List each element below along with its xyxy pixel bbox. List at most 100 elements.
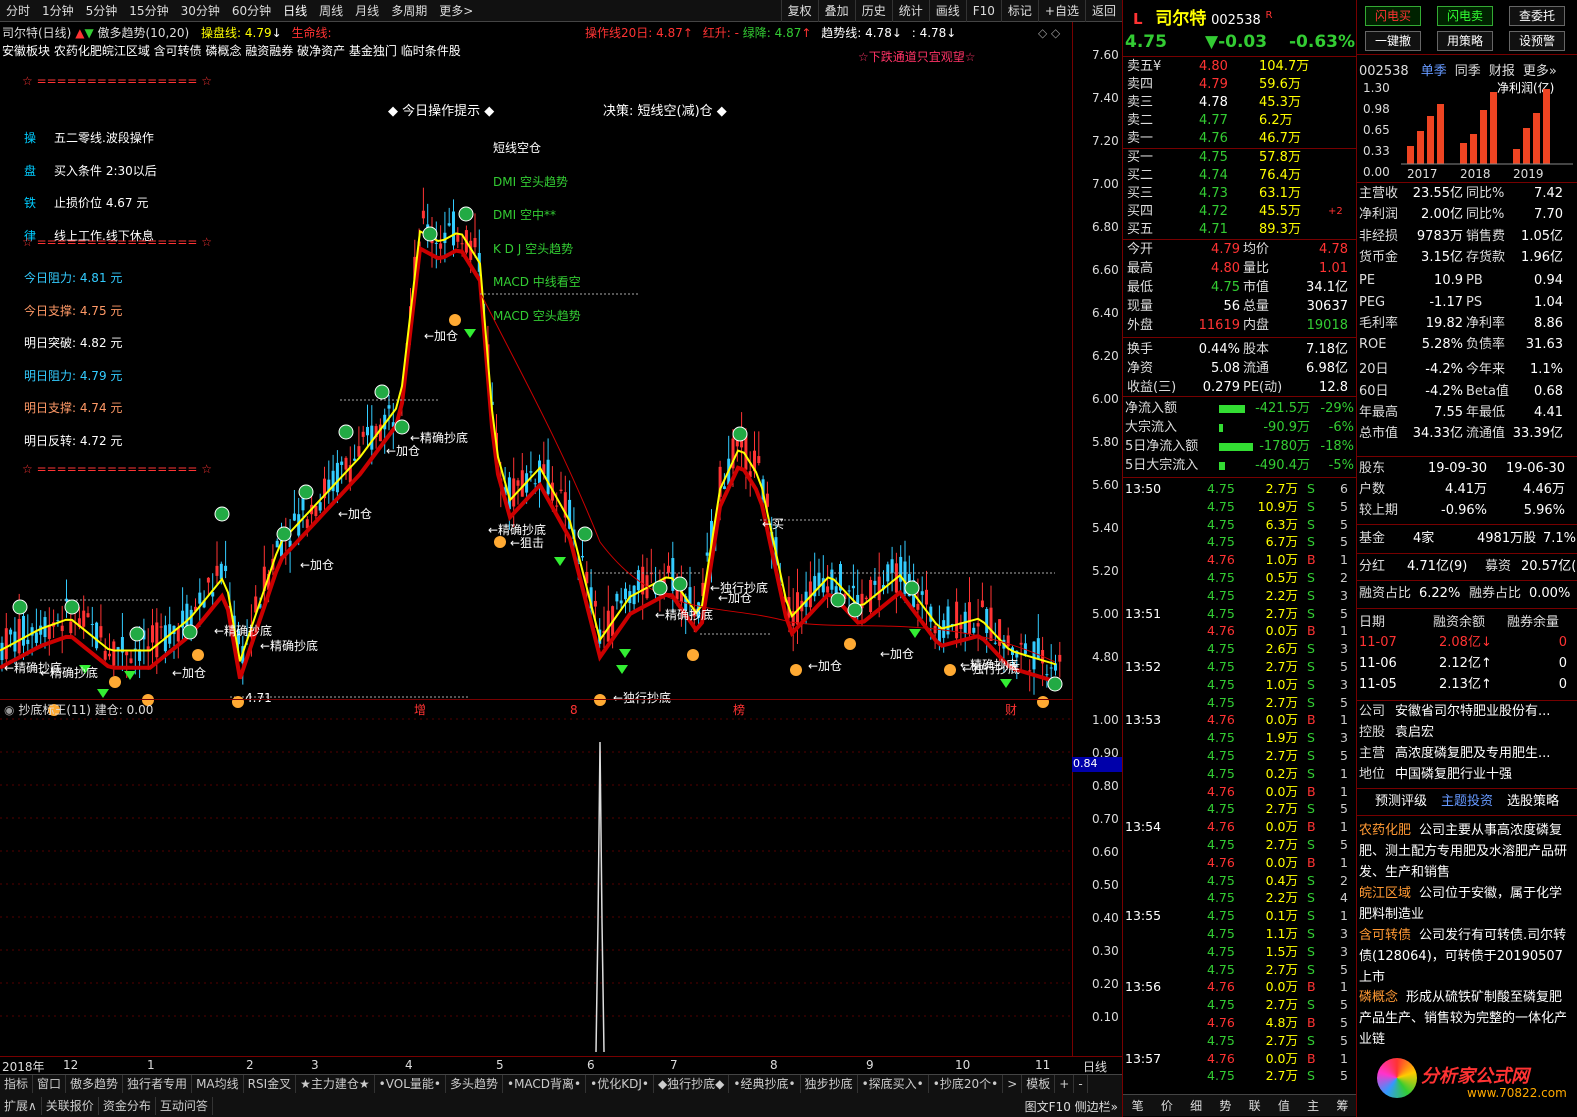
toolbar-action-8[interactable]: 返回: [1084, 0, 1122, 22]
period-tab-0[interactable]: 分时: [0, 0, 36, 22]
period-tab-1[interactable]: 1分钟: [36, 0, 80, 22]
quote-subtab-6[interactable]: 主: [1299, 1095, 1328, 1116]
toolbar-action-2[interactable]: 历史: [854, 0, 892, 22]
bid-row-0[interactable]: 买一 4.75 57.8万: [1123, 149, 1356, 167]
side-button-1[interactable]: 闪电卖: [1437, 6, 1493, 26]
theme-key-2[interactable]: 含可转债: [1359, 928, 1411, 943]
sub-tab-0[interactable]: 预测评级: [1375, 793, 1427, 811]
tick-count: 1: [1340, 854, 1348, 870]
toolbar-action-3[interactable]: 统计: [891, 0, 929, 22]
period-tab-4[interactable]: 30分钟: [175, 0, 226, 22]
bottom-tab-19[interactable]: -: [1074, 1075, 1088, 1093]
bottom-tab-5[interactable]: RSI金叉: [244, 1075, 297, 1093]
ask-row-0[interactable]: 卖五¥ 4.80 104.7万: [1123, 58, 1356, 76]
bottom-tab-0[interactable]: 指标: [0, 1075, 34, 1093]
bottom-right-links[interactable]: 图文F10 侧边栏»: [1025, 1098, 1118, 1115]
bottom-tab-16[interactable]: >: [1003, 1075, 1023, 1093]
collapse-icon[interactable]: ◉: [4, 703, 14, 717]
candle-body: [9, 629, 13, 635]
candle-body: [95, 622, 99, 649]
tick-count: 3: [1340, 641, 1348, 657]
diamond-icon[interactable]: ◇ ◇: [1038, 26, 1060, 40]
indicator-name[interactable]: 傲多趋势(10,20): [98, 26, 190, 40]
bottom-tab-7[interactable]: •VOL量能•: [375, 1075, 446, 1093]
bottom-tab-17[interactable]: 模板: [1022, 1075, 1056, 1093]
price-change: ▼-0.03: [1205, 32, 1268, 52]
quote-subtab-3[interactable]: 势: [1211, 1095, 1240, 1116]
sub-tab-1[interactable]: 主题投资: [1441, 793, 1493, 811]
candle-body: [869, 579, 873, 613]
side-button-2[interactable]: 查委托: [1509, 6, 1565, 26]
side-tab-2[interactable]: 财报: [1489, 64, 1515, 79]
theme-key-0[interactable]: 农药化肥: [1359, 823, 1411, 838]
quote-subtab-0[interactable]: 笔: [1123, 1095, 1152, 1116]
bottom-tab2-0[interactable]: 扩展∧: [0, 1097, 42, 1115]
candle-body: [69, 621, 73, 634]
stat-val: 56: [1223, 299, 1240, 314]
logo-icon: [1377, 1058, 1417, 1098]
bottom-tab-9[interactable]: •MACD背离•: [503, 1075, 587, 1093]
sub-tab-2[interactable]: 选股策略: [1507, 793, 1559, 811]
period-tab-10[interactable]: 更多>: [433, 0, 479, 22]
period-tab-9[interactable]: 多周期: [385, 0, 433, 22]
bottom-tab-4[interactable]: MA均线: [192, 1075, 244, 1093]
bid-row-3[interactable]: 买四 4.72 45.5万 +2: [1123, 203, 1356, 221]
period-tab-8[interactable]: 月线: [349, 0, 385, 22]
bid-row-4[interactable]: 买五 4.71 89.3万: [1123, 221, 1356, 239]
side-tab-1[interactable]: 同季: [1455, 64, 1481, 79]
bottom-tab-8[interactable]: 多头趋势: [446, 1075, 503, 1093]
theme-key-3[interactable]: 磷概念: [1359, 990, 1398, 1005]
lower-panel-title[interactable]: 抄底标王(11): [18, 703, 91, 717]
tick-count: 3: [1340, 926, 1348, 941]
toolbar-action-6[interactable]: 标记: [1000, 0, 1038, 22]
kong-marker-17: [847, 602, 863, 618]
bottom-tab-13[interactable]: 独步抄底: [801, 1075, 858, 1093]
time-axis-period[interactable]: 日线: [1083, 1058, 1107, 1075]
bottom-tab-12[interactable]: •经典抄底•: [729, 1075, 801, 1093]
side-button-3[interactable]: 一键撤: [1365, 31, 1421, 51]
ask-row-2[interactable]: 卖三 4.78 45.3万: [1123, 94, 1356, 112]
bottom-tab-3[interactable]: 独行者专用: [123, 1075, 193, 1093]
bottom-tab-2[interactable]: 傲多趋势: [66, 1075, 124, 1093]
quote-subtab-7[interactable]: 筹: [1328, 1095, 1357, 1116]
side-button-4[interactable]: 用策略: [1437, 31, 1493, 51]
period-tab-2[interactable]: 5分钟: [80, 0, 124, 22]
toolbar-action-7[interactable]: +自选: [1037, 0, 1085, 22]
toolbar-action-0[interactable]: 复权: [780, 0, 818, 22]
period-tab-5[interactable]: 60分钟: [226, 0, 277, 22]
bid-row-1[interactable]: 买二 4.74 76.4万: [1123, 167, 1356, 185]
quote-subtab-5[interactable]: 值: [1269, 1095, 1298, 1116]
tick-price: 4.76: [1207, 854, 1235, 870]
side-tab-3[interactable]: 更多»: [1523, 64, 1557, 79]
bottom-tab-6[interactable]: ★主力建仓★: [296, 1075, 375, 1093]
period-tab-3[interactable]: 15分钟: [123, 0, 174, 22]
ask-row-1[interactable]: 卖四 4.79 59.6万: [1123, 76, 1356, 94]
bottom-tab-1[interactable]: 窗口: [33, 1075, 67, 1093]
quote-subtab-1[interactable]: 价: [1152, 1095, 1181, 1116]
side-button-0[interactable]: 闪电买: [1365, 6, 1421, 26]
theme-key-1[interactable]: 皖江区域: [1359, 886, 1411, 901]
side-button-5[interactable]: 设预警: [1509, 31, 1565, 51]
bid-row-2[interactable]: 买三 4.73 63.1万: [1123, 185, 1356, 203]
bottom-tab2-3[interactable]: 互动问答: [156, 1097, 213, 1115]
ask-row-4[interactable]: 卖一 4.76 46.7万: [1123, 130, 1356, 148]
panel-divider: [0, 699, 1072, 700]
candle-body: [361, 431, 365, 437]
kline-chart[interactable]: ←精确抄底 ←加仓 ←精确抄底 ←加仓 ←精确抄底 ←加仓 ←加仓 ←加仓 ←精确抄底 ←精确抄底…: [0, 22, 1122, 1074]
side-tab-0[interactable]: 单季: [1421, 64, 1447, 79]
toolbar-action-5[interactable]: F10: [965, 0, 1001, 22]
quote-subtab-4[interactable]: 联: [1240, 1095, 1269, 1116]
bottom-tab-10[interactable]: •优化KDJ•: [586, 1075, 654, 1093]
bottom-tab-18[interactable]: +: [1055, 1075, 1075, 1093]
toolbar-action-1[interactable]: 叠加: [817, 0, 855, 22]
toolbar-action-4[interactable]: 画线: [928, 0, 966, 22]
bottom-tab-15[interactable]: •抄底20个•: [929, 1075, 1004, 1093]
period-tab-7[interactable]: 周线: [313, 0, 349, 22]
quote-subtab-2[interactable]: 细: [1182, 1095, 1211, 1116]
ask-row-3[interactable]: 卖二 4.77 6.2万: [1123, 112, 1356, 130]
bottom-tab-14[interactable]: •探底买入•: [858, 1075, 929, 1093]
period-tab-6[interactable]: 日线: [277, 0, 313, 22]
bottom-tab2-2[interactable]: 资金分布: [99, 1097, 156, 1115]
bottom-tab-11[interactable]: ◆独行抄底◆: [654, 1075, 730, 1093]
bottom-tab2-1[interactable]: 关联报价: [42, 1097, 99, 1115]
